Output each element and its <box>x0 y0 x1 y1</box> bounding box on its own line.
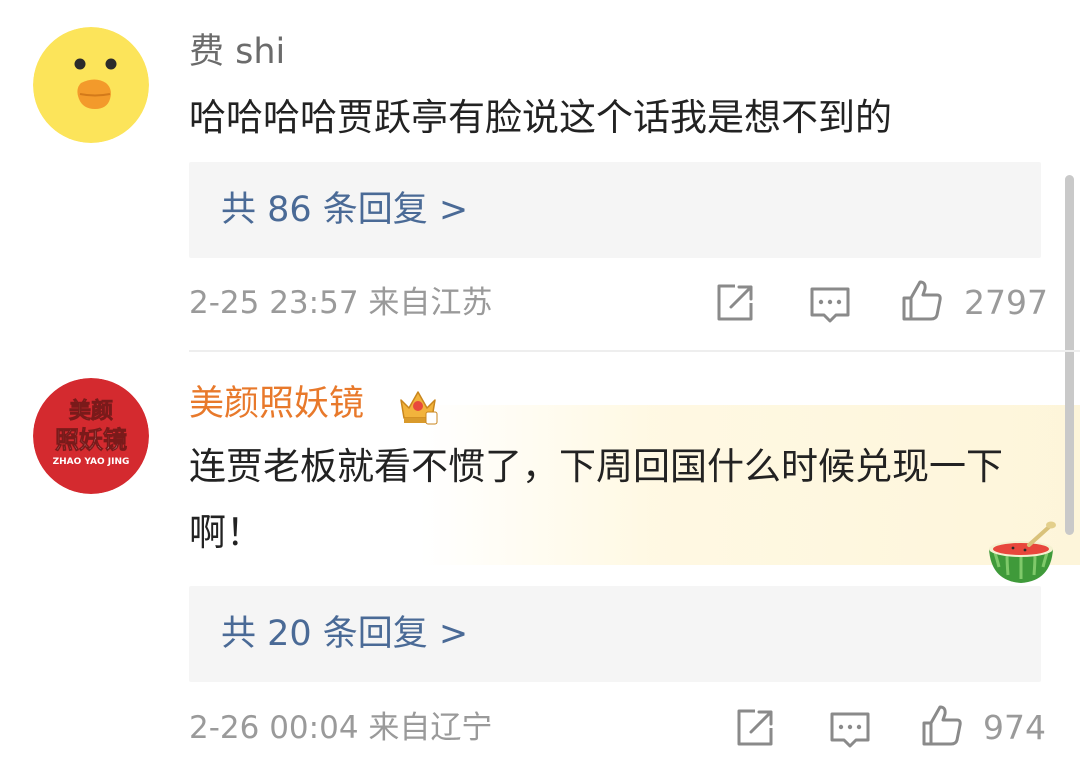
thumbs-up-icon[interactable] <box>920 703 964 747</box>
username[interactable]: 费 shi <box>189 30 285 74</box>
replies-count-label: 共 20 条回复 > <box>221 614 469 654</box>
comment-time: 2-25 23:57 <box>189 285 359 321</box>
comment-location: 来自江苏 <box>368 285 493 321</box>
logo-line-3: ZHAO YAO JING <box>53 457 130 467</box>
like-count: 2797 <box>964 283 1048 322</box>
comment-text: 连贾老板就看不惯了，下周回国什么时候兑现一下啊！ <box>189 445 1003 554</box>
watermelon-icon <box>989 521 1056 583</box>
brand-logo-avatar: 美颜 照妖镜 ZHAO YAO JING <box>33 378 149 494</box>
comment-item: 美颜 照妖镜 ZHAO YAO JING 美颜照妖镜 连贾老板就看不惯了，下周回… <box>0 352 1080 765</box>
like-count: 974 <box>983 708 1046 747</box>
comment-list: 费 shi 哈哈哈哈贾跃亭有脸说这个话我是想不到的 共 86 条回复 > 2-2… <box>0 0 1080 765</box>
avatar[interactable]: 美颜 照妖镜 ZHAO YAO JING <box>33 378 149 494</box>
comment-meta: 2-26 00:04 来自辽宁 <box>189 708 492 748</box>
username[interactable]: 美颜照妖镜 <box>189 382 364 426</box>
comment-location: 来自辽宁 <box>368 710 493 746</box>
logo-line-1: 美颜 <box>69 398 113 424</box>
comment-text: 哈哈哈哈贾跃亭有脸说这个话我是想不到的 <box>189 96 892 139</box>
comment-icon[interactable] <box>808 283 852 327</box>
duck-avatar-icon <box>33 27 149 143</box>
thumbs-up-icon[interactable] <box>900 278 944 322</box>
share-icon[interactable] <box>713 281 757 325</box>
comment-item: 费 shi 哈哈哈哈贾跃亭有脸说这个话我是想不到的 共 86 条回复 > 2-2… <box>0 0 1080 350</box>
comment-icon[interactable] <box>828 708 872 752</box>
share-icon[interactable] <box>733 706 777 750</box>
comment-meta: 2-25 23:57 来自江苏 <box>189 283 492 323</box>
view-replies-button[interactable]: 共 86 条回复 > <box>189 162 1041 258</box>
comment-time: 2-26 00:04 <box>189 710 359 746</box>
crown-icon <box>400 391 438 425</box>
avatar[interactable] <box>33 27 149 143</box>
view-replies-button[interactable]: 共 20 条回复 > <box>189 586 1041 682</box>
replies-count-label: 共 86 条回复 > <box>221 190 469 230</box>
logo-line-2: 照妖镜 <box>55 426 127 454</box>
